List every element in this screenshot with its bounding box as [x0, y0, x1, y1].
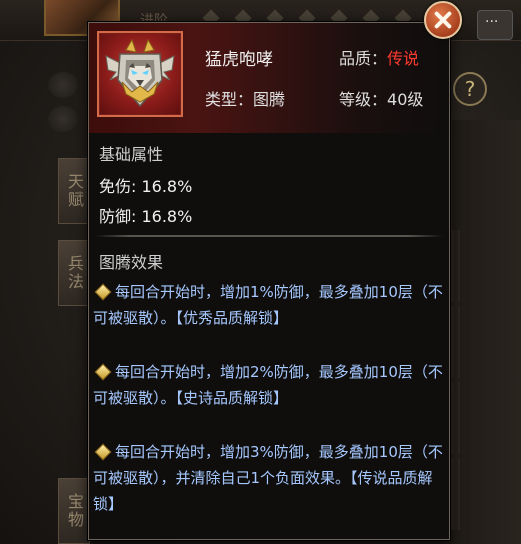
tab-talent[interactable]: 天赋 — [58, 158, 90, 224]
item-name: 猛虎咆哮 — [205, 50, 273, 70]
diamond-bullet-icon — [94, 363, 112, 381]
close-button[interactable] — [424, 1, 462, 39]
tooltip-header: 猛虎咆哮 类型：图腾 品质：传说 等级：40级 — [89, 23, 449, 133]
effect-item: 每回合开始时，增加2%防御，最多叠加10层（不可被驱散）。【史诗品质解锁】 — [93, 359, 445, 411]
item-level: 等级：40级 — [339, 86, 423, 110]
divider — [95, 235, 443, 237]
item-tooltip: 猛虎咆哮 类型：图腾 品质：传说 等级：40级 基础属性 免伤: 16.8% 防… — [88, 22, 450, 540]
type-value: 图腾 — [253, 90, 286, 109]
level-value: 40级 — [387, 90, 424, 109]
tab-treasure[interactable]: 宝物 — [58, 478, 90, 544]
chat-button[interactable] — [477, 10, 513, 40]
effect-unlock: 【史诗品质解锁】 — [175, 389, 289, 407]
shield-icon[interactable] — [48, 106, 78, 132]
item-type: 类型：图腾 — [205, 86, 285, 110]
type-label: 类型： — [205, 90, 254, 109]
item-quality: 品质：传说 — [339, 45, 419, 69]
effect-unlock: 【优秀品质解锁】 — [175, 309, 289, 327]
tab-tactics[interactable]: 兵法 — [58, 240, 90, 306]
quality-value: 传说 — [387, 49, 420, 68]
quality-label: 品质： — [339, 49, 388, 68]
level-label: 等级： — [339, 90, 388, 109]
side-menu-icon[interactable] — [48, 72, 78, 98]
attribute-defense: 防御: 16.8% — [99, 207, 193, 226]
right-panel — [452, 120, 521, 544]
totem-effect-title: 图腾效果 — [99, 253, 164, 272]
base-attributes-title: 基础属性 — [99, 145, 164, 164]
diamond-bullet-icon — [94, 283, 112, 301]
effect-item: 每回合开始时，增加1%防御，最多叠加10层（不可被驱散）。【优秀品质解锁】 — [93, 279, 445, 331]
diamond-bullet-icon — [94, 443, 112, 461]
attribute-damage-reduction: 免伤: 16.8% — [99, 177, 193, 196]
help-button[interactable]: ? — [453, 72, 487, 106]
effect-item: 每回合开始时，增加3%防御，最多叠加10层（不可被驱散），并清除自己1个负面效果… — [93, 439, 445, 517]
tiger-totem-icon — [97, 31, 183, 117]
